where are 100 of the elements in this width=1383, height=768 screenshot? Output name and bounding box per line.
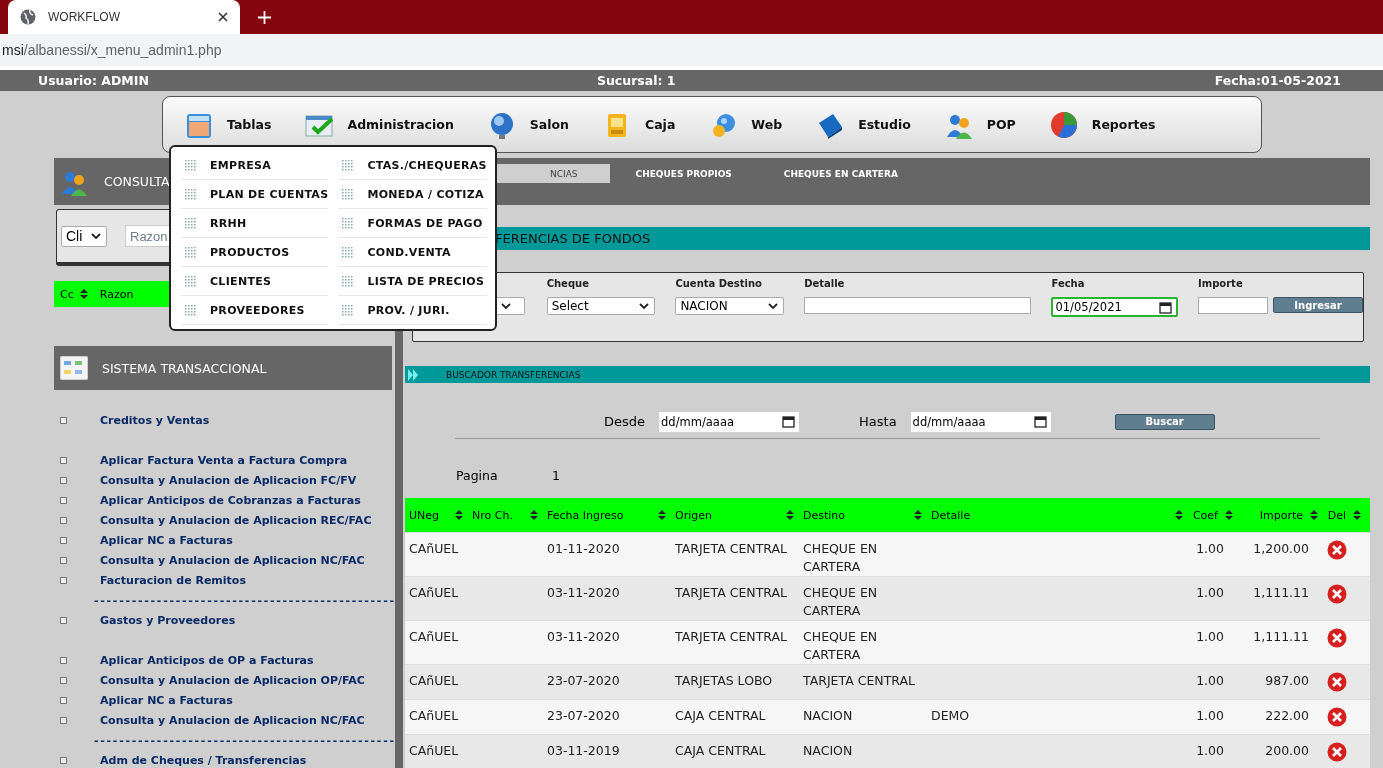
column-header[interactable]: Coef [1188, 508, 1238, 522]
table-cell: 1,200.00 [1253, 541, 1309, 556]
menu-item[interactable]: MONEDA / COTIZA [338, 180, 487, 209]
menu-item[interactable]: PRODUCTOS [181, 238, 329, 267]
menu-item[interactable]: COND.VENTA [338, 238, 487, 267]
field-label: Fecha [1051, 278, 1086, 291]
table-cell: 01-11-2020 [547, 541, 620, 556]
tab[interactable]: CHEQUES EN CARTERA [757, 164, 924, 183]
column-header[interactable]: Importe [1238, 508, 1323, 522]
column-header[interactable]: Nro Ch. [468, 508, 543, 522]
menu-item[interactable]: CTAS./CHEQUERAS [338, 151, 487, 180]
select-field[interactable]: NACION [675, 297, 785, 315]
search-button[interactable]: Buscar [1114, 413, 1215, 430]
menu-link[interactable]: Creditos y Ventas [100, 413, 210, 427]
menu-link[interactable]: Aplicar NC a Facturas [100, 693, 233, 707]
dashed-separator: ------------------------------------------------ [94, 733, 396, 747]
table-cell: 200.00 [1265, 743, 1309, 758]
table-cell: CHEQUE EN CARTERA [803, 585, 878, 618]
table-cell: 1.00 [1196, 541, 1224, 556]
table-cell: 03-11-2019 [547, 743, 620, 758]
table-cell: 1.00 [1196, 743, 1224, 758]
table-cell: TARJETA CENTRAL [803, 673, 915, 688]
menu-link[interactable]: Consulta y Anulacion de Aplicacion FC/FV [100, 473, 357, 487]
branch-label: Sucursal: 1 [596, 73, 676, 88]
date-label: Fecha:01-05-2021 [1214, 73, 1341, 88]
type-select[interactable]: Cli [61, 225, 107, 247]
table-cell: TARJETA CENTRAL [675, 629, 787, 644]
dashed-separator: ------------------------------------------------ [94, 593, 396, 607]
table-cell: 1.00 [1196, 708, 1224, 723]
select-field[interactable]: Select [546, 297, 656, 315]
tab[interactable]: CHEQUES PROPIOS [609, 164, 758, 183]
table-cell: TARJETA CENTRAL [675, 585, 787, 600]
menu-link[interactable]: Consulta y Anulacion de Aplicacion NC/FAC [100, 553, 365, 567]
menu-link[interactable]: Aplicar NC a Facturas [100, 533, 233, 547]
column-header[interactable]: Origen [671, 508, 799, 522]
menu-item[interactable]: PROV. / JURI. [338, 296, 487, 325]
menu-item[interactable]: Salon [487, 110, 569, 139]
menu-item[interactable]: LISTA DE PRECIOS [338, 267, 487, 296]
column-header[interactable]: Razon [93, 287, 134, 301]
address-text[interactable]: msi/albanessi/x_menu_admin1.php [2, 42, 222, 58]
menu-item[interactable]: Tablas [185, 110, 272, 139]
column-header[interactable]: Destino [799, 508, 927, 522]
menu-link[interactable]: Adm de Cheques / Transferencias [100, 753, 307, 767]
field-label: Hasta [859, 414, 897, 429]
menu-link[interactable]: Consulta y Anulacion de Aplicacion NC/FAC [100, 713, 365, 727]
page-number: 1 [552, 468, 560, 483]
browser-tab[interactable]: WORKFLOW [8, 0, 240, 34]
menu-link[interactable]: Aplicar Anticipos de Cobranzas a Facturas [100, 493, 361, 507]
date-field[interactable]: dd/mm/aaaa [659, 411, 800, 432]
submit-button[interactable]: Ingresar [1273, 297, 1363, 313]
date-field[interactable]: 01/05/2021 [1051, 297, 1178, 317]
column-header[interactable]: Fecha Ingreso [543, 508, 671, 522]
menu-link[interactable]: Aplicar Factura Venta a Factura Compra [100, 453, 348, 467]
column-header[interactable]: Cc [54, 287, 88, 301]
table-cell: 1,111.11 [1253, 629, 1309, 644]
menu-link[interactable]: Consulta y Anulacion de Aplicacion OP/FAC [100, 673, 365, 687]
table-cell: CHEQUE EN CARTERA [803, 629, 878, 662]
column-header[interactable]: Detalle [927, 508, 1188, 522]
table-cell: CAJA CENTRAL [675, 743, 766, 758]
table-cell: 23-07-2020 [547, 673, 620, 688]
menu-item[interactable]: Administracion [305, 110, 454, 139]
menu-item[interactable]: EMPRESA [181, 151, 329, 180]
table-cell: 987.00 [1265, 673, 1309, 688]
table-cell: TARJETAS LOBO [675, 673, 773, 688]
menu-item[interactable]: Estudio [816, 110, 911, 139]
field-label: Detalle [804, 278, 846, 291]
menu-item[interactable]: PLAN DE CUENTAS [181, 180, 329, 209]
table-cell: NACION [803, 743, 853, 758]
column-header[interactable]: UNeg [405, 508, 468, 522]
panel-title: SISTEMA TRANSACCIONAL [102, 360, 267, 376]
menu-item[interactable]: RRHH [181, 209, 329, 238]
table-cell: CAñUEL [409, 743, 459, 758]
table-cell: CAñUEL [409, 629, 459, 644]
table-cell: NACION [803, 708, 853, 723]
table-cell: CAñUEL [409, 673, 459, 688]
menu-item[interactable]: PROVEEDORES [181, 296, 329, 325]
table-cell: 1,111.11 [1253, 585, 1309, 600]
menu-item[interactable]: FORMAS DE PAGO [338, 209, 487, 238]
table-cell: 1.00 [1196, 585, 1224, 600]
menu-item[interactable]: POP [944, 110, 1016, 139]
table-cell: 1.00 [1196, 673, 1224, 688]
date-field[interactable]: dd/mm/aaaa [910, 411, 1051, 432]
menu-link[interactable]: Gastos y Proveedores [100, 613, 236, 627]
table-cell: TARJETA CENTRAL [675, 541, 787, 556]
table-cell: CAJA CENTRAL [675, 708, 766, 723]
user-label: Usuario: ADMIN [38, 73, 149, 88]
menu-link[interactable]: Consulta y Anulacion de Aplicacion REC/FAC [100, 513, 372, 527]
table-cell: 1.00 [1196, 629, 1224, 644]
page-label: Pagina [456, 468, 499, 483]
menu-item[interactable]: CLIENTES [181, 267, 329, 296]
column-header[interactable]: Del [1323, 508, 1366, 522]
menu-item[interactable]: Reportes [1049, 110, 1156, 139]
field-label: Importe [1198, 278, 1244, 291]
table-cell: CAñUEL [409, 541, 459, 556]
menu-link[interactable]: Aplicar Anticipos de OP a Facturas [100, 653, 314, 667]
table-cell: CAñUEL [409, 708, 459, 723]
field-label: Desde [604, 414, 646, 429]
menu-item[interactable]: Caja [603, 110, 676, 139]
menu-link[interactable]: Facturacion de Remitos [100, 573, 246, 587]
menu-item[interactable]: Web [709, 110, 783, 139]
